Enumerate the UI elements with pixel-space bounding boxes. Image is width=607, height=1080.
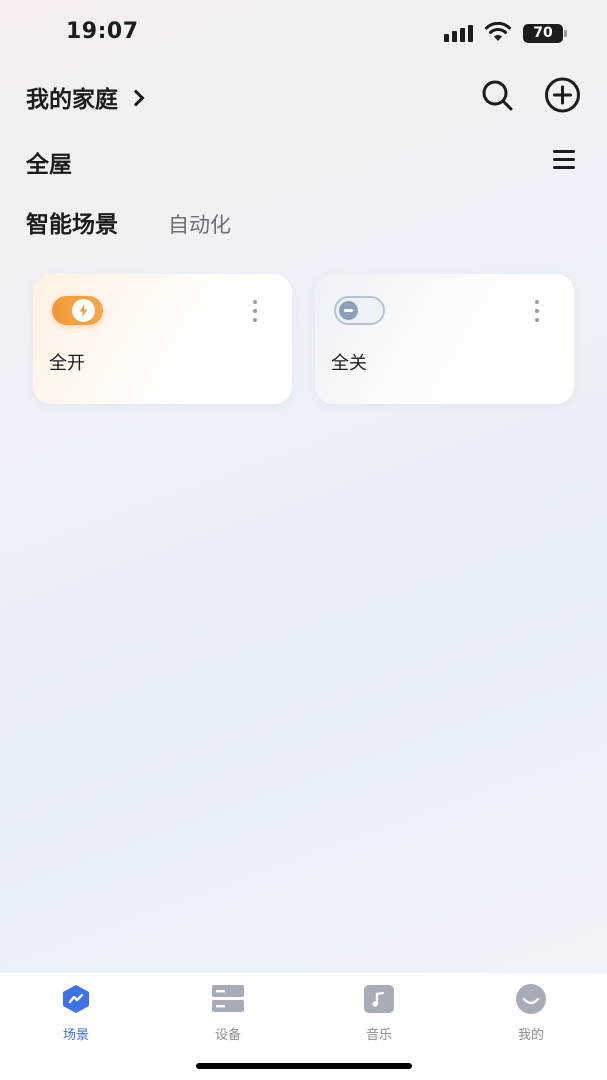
- scene-icon: [63, 985, 89, 1013]
- nav-label: 音乐: [365, 1028, 392, 1043]
- scene-label: 全开: [49, 353, 85, 374]
- battery-level: 70: [523, 24, 563, 43]
- home-title: 我的家庭: [26, 87, 118, 113]
- scene-tabs: 智能场景 自动化: [26, 205, 231, 239]
- nav-device[interactable]: 设备: [188, 984, 268, 1044]
- nav-label: 设备: [214, 1028, 241, 1043]
- wifi-icon: [485, 22, 511, 41]
- nav-label: 场景: [62, 1028, 89, 1043]
- nav-music[interactable]: 音乐: [339, 984, 419, 1044]
- search-icon[interactable]: [480, 78, 514, 112]
- home-selector[interactable]: 我的家庭: [26, 80, 145, 114]
- nav-scene[interactable]: 场景: [36, 984, 116, 1044]
- status-time: 19:07: [66, 19, 139, 44]
- scene-toggle-off-icon: [334, 296, 385, 325]
- menu-icon[interactable]: [551, 148, 577, 172]
- signal-icon: [444, 25, 475, 42]
- device-icon: [212, 985, 244, 1012]
- status-bar: 19:07 70: [0, 0, 607, 66]
- scene-card-all-on[interactable]: 全开: [33, 274, 292, 404]
- add-icon[interactable]: [543, 77, 582, 113]
- lightning-icon: [79, 304, 88, 317]
- chevron-right-icon: [127, 89, 145, 107]
- battery-icon: 70: [523, 24, 567, 43]
- more-options-icon[interactable]: [252, 300, 258, 322]
- profile-icon: [516, 984, 546, 1014]
- tab-smart-scene[interactable]: 智能场景: [26, 205, 118, 239]
- music-icon: [364, 985, 394, 1013]
- scene-toggle-on-icon: [52, 296, 103, 325]
- room-selector[interactable]: 全屋: [26, 145, 72, 179]
- more-options-icon[interactable]: [534, 300, 540, 322]
- home-indicator: [196, 1063, 412, 1069]
- scene-card-all-off[interactable]: 全关: [315, 274, 574, 404]
- tab-automation[interactable]: 自动化: [168, 209, 231, 239]
- scene-label: 全关: [331, 353, 367, 374]
- nav-profile[interactable]: 我的: [491, 984, 571, 1044]
- nav-label: 我的: [517, 1028, 544, 1043]
